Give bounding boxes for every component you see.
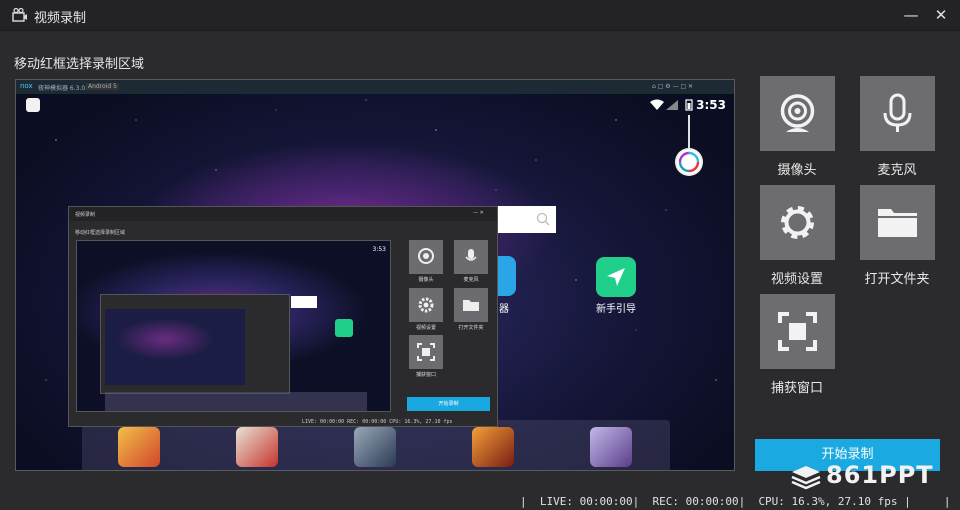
emulator-brand: nox: [20, 82, 33, 90]
app-label-guide: 新手引导: [596, 304, 636, 315]
camera-label: 摄像头: [777, 163, 817, 178]
status-divider: |: [520, 495, 540, 508]
nested-title: 视频录制: [75, 212, 96, 218]
game-icon-4[interactable]: [472, 427, 514, 467]
nested-preview-2: [105, 309, 245, 385]
status-time: 3:53: [696, 98, 726, 112]
title-bar: 视频录制 — ✕: [0, 0, 960, 31]
minimize-button[interactable]: —: [900, 4, 922, 26]
camera-button[interactable]: [760, 76, 835, 151]
video-settings-label: 视频设置: [770, 272, 823, 287]
open-folder-label: 打开文件夹: [864, 272, 930, 287]
search-bar[interactable]: [498, 206, 556, 233]
android-badge: Android 5: [86, 83, 119, 90]
emulator-app-name: 夜神模拟器 6.3.0.0: [38, 85, 91, 92]
app-dock: [82, 420, 670, 470]
nested-preview: 3:53: [76, 240, 391, 412]
folder-icon: [878, 209, 917, 237]
nested-tile-settings: [409, 288, 443, 322]
nested-tile-folder: [454, 288, 488, 322]
watermark-logo: [791, 466, 821, 490]
nested-recorder-window: 视频录制 — ✕ 移动红框选择录制区域 3:53 摄像头 麦克风 视频设置 打开: [68, 206, 498, 427]
capture-window-label: 捕获窗口: [770, 381, 823, 396]
app-icon-guide[interactable]: [596, 257, 636, 297]
capture-window-button[interactable]: [760, 294, 835, 369]
game-icon-2[interactable]: [236, 427, 278, 467]
cpu-stats: CPU: 16.3%, 27.10 fps: [758, 495, 898, 508]
video-record-icon: [12, 8, 27, 22]
nested-start-button: 开始录制: [407, 397, 490, 411]
nested-label-settings: 视频设置: [415, 325, 436, 331]
rec-timer: REC: 00:00:00: [652, 495, 739, 508]
g-bubble-icon[interactable]: [675, 148, 703, 176]
close-button[interactable]: ✕: [930, 4, 952, 26]
app-label-partial: 器: [499, 304, 509, 315]
nested-search-bar: [291, 296, 317, 308]
microphone-icon: [883, 93, 912, 132]
game-icon-5[interactable]: [590, 427, 632, 467]
nested-app-icon: [335, 319, 353, 337]
watermark-text: 861PPT: [826, 461, 934, 489]
g-bubble-line: [688, 115, 690, 148]
signal-icon: [650, 99, 693, 111]
nested-label-folder: 打开文件夹: [458, 325, 484, 331]
nested-label-mic: 麦克风: [463, 277, 479, 283]
status-bar: | LIVE: 00:00:00| REC: 00:00:00| CPU: 16…: [520, 495, 951, 508]
nested-tile-camera: [409, 240, 443, 274]
nested-tile-capture: [409, 335, 443, 369]
emulator-window-controls: ⌂ □ ⚙ — □ ✕: [652, 83, 694, 90]
microphone-button[interactable]: [860, 76, 935, 151]
nested-status: LIVE: 00:00:00 REC: 00:00:00 CPU: 16.3%,…: [302, 419, 453, 425]
search-icon: [536, 212, 550, 226]
nested-recorder-window-2: [100, 294, 290, 394]
game-icon-1[interactable]: [118, 427, 160, 467]
emulator-title-bar: nox 夜神模拟器 6.3.0.0 Android 5 ⌂ □ ⚙ — □ ✕: [16, 80, 734, 94]
gear-icon: [781, 206, 814, 239]
status-divider: |: [738, 495, 759, 508]
nested-window-controls: — ✕: [473, 210, 484, 216]
nested-time: 3:53: [372, 246, 386, 253]
home-widget[interactable]: [26, 98, 40, 112]
capture-window-icon: [778, 312, 817, 351]
microphone-label: 麦克风: [877, 163, 917, 178]
status-divider: | |: [897, 495, 951, 508]
recording-preview[interactable]: nox 夜神模拟器 6.3.0.0 Android 5 ⌂ □ ⚙ — □ ✕ …: [15, 79, 735, 471]
live-timer: LIVE: 00:00:00: [539, 495, 633, 508]
nested-tile-mic: [454, 240, 488, 274]
open-folder-button[interactable]: [860, 185, 935, 260]
nested-label-capture: 捕获窗口: [415, 372, 436, 378]
status-divider: |: [632, 495, 653, 508]
webcam-icon: [780, 94, 815, 132]
nested-hint: 移动红框选择录制区域: [75, 230, 126, 236]
video-settings-button[interactable]: [760, 185, 835, 260]
region-hint: 移动红框选择录制区域: [14, 57, 145, 72]
window-title: 视频录制: [34, 11, 87, 26]
nested-title-bar: 视频录制 — ✕: [69, 207, 497, 221]
nested-label-camera: 摄像头: [418, 277, 434, 283]
game-icon-3[interactable]: [354, 427, 396, 467]
nested-dock: [105, 392, 367, 411]
